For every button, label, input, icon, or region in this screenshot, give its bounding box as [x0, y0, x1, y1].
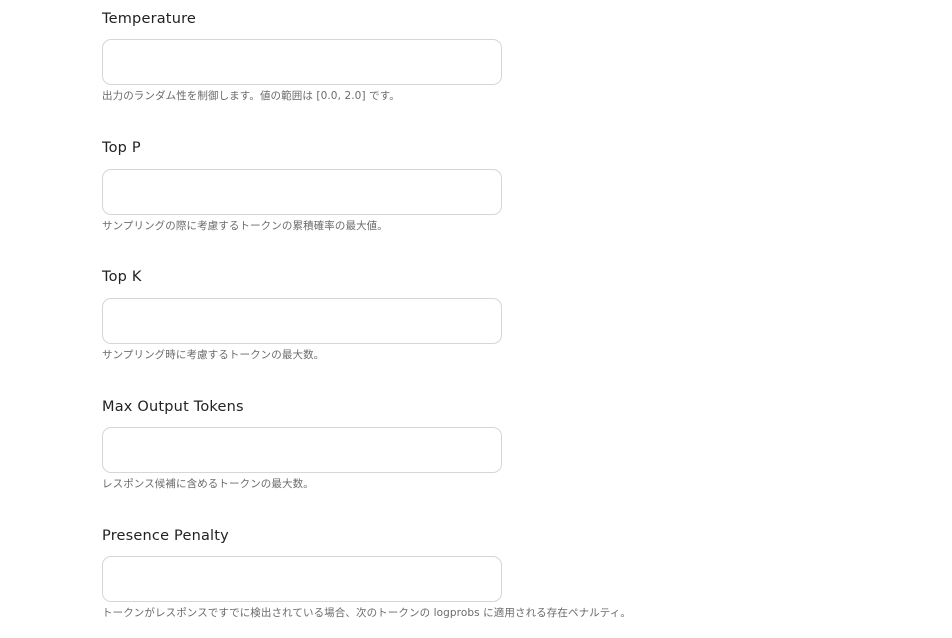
- presence-penalty-label: Presence Penalty: [102, 528, 229, 544]
- max-output-tokens-label: Max Output Tokens: [102, 399, 244, 415]
- temperature-label: Temperature: [102, 11, 197, 27]
- max-output-tokens-input[interactable]: [102, 427, 502, 473]
- presence-penalty-help-text: トークンがレスポンスですでに検出されている場合、次のトークンの logprobs…: [102, 607, 631, 619]
- max-output-tokens-help-text: レスポンス候補に含めるトークンの最大数。: [102, 478, 314, 490]
- top-p-label: Top P: [102, 140, 141, 156]
- temperature-input[interactable]: [102, 39, 502, 85]
- top-k-input[interactable]: [102, 298, 502, 344]
- temperature-help-text: 出力のランダム性を制御します。値の範囲は [0.0, 2.0] です。: [102, 90, 400, 102]
- presence-penalty-input[interactable]: [102, 556, 502, 602]
- top-k-label: Top K: [102, 269, 142, 285]
- top-k-help-text: サンプリング時に考慮するトークンの最大数。: [102, 349, 325, 361]
- top-p-help-text: サンプリングの際に考慮するトークンの累積確率の最大値。: [102, 220, 388, 232]
- top-p-input[interactable]: [102, 169, 502, 215]
